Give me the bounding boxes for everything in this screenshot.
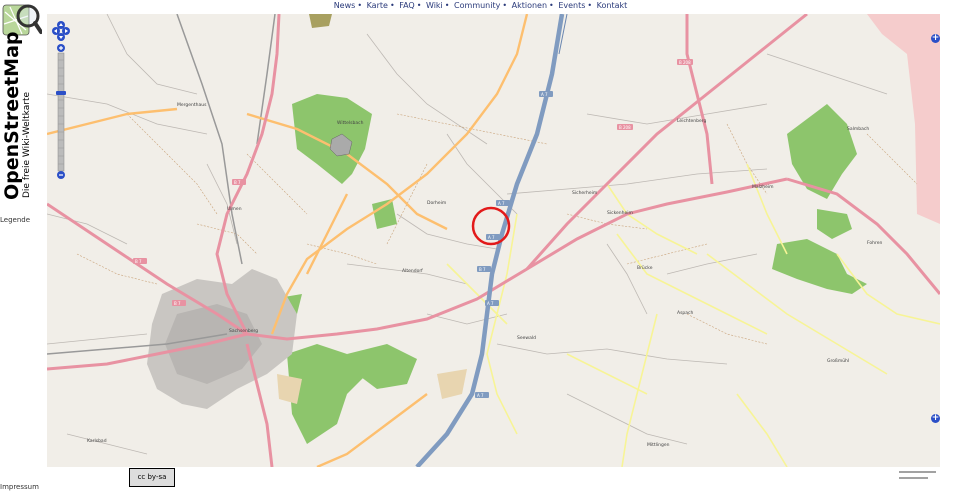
site-subtitle: Die freie Wiki-Weltkarte	[22, 91, 32, 198]
forest-area	[372, 199, 397, 229]
map-footer: cc by-sa	[47, 467, 940, 487]
forest-area	[309, 14, 332, 28]
svg-text:A 7: A 7	[498, 201, 505, 206]
svg-text:Wittelsbach: Wittelsbach	[337, 120, 364, 126]
map-zoom-control	[52, 20, 70, 180]
svg-text:B 7: B 7	[135, 259, 142, 264]
cc-license-badge[interactable]: cc by-sa	[129, 468, 175, 487]
svg-text:B 7: B 7	[174, 301, 181, 306]
nav-aktionen[interactable]: Aktionen	[512, 1, 547, 10]
nav-news[interactable]: News	[334, 1, 356, 10]
impressum-link[interactable]: Impressum	[0, 483, 39, 491]
industrial-area	[867, 14, 940, 224]
nav-events[interactable]: Events	[558, 1, 585, 10]
map-canvas[interactable]: A 7 A 7 A 7 A 7 B 7 B 7 B 7 B 208 B 208 …	[47, 14, 940, 467]
right-panel: + +	[931, 14, 961, 467]
top-navigation: News • Karte • FAQ • Wiki • Community • Aktio…	[333, 1, 628, 10]
svg-text:Karlsbad: Karlsbad	[87, 438, 107, 444]
overview-map-plus-icon[interactable]: +	[931, 414, 940, 423]
nav-community[interactable]: Community	[454, 1, 500, 10]
nav-wiki[interactable]: Wiki	[426, 1, 443, 10]
svg-text:Altendorf: Altendorf	[402, 268, 423, 274]
svg-text:Seewald: Seewald	[517, 335, 536, 341]
forest-area	[787, 104, 857, 199]
svg-text:Dorheim: Dorheim	[427, 200, 446, 206]
svg-text:B 7: B 7	[479, 267, 486, 272]
farmland-area	[437, 369, 467, 399]
zoom-slider-handle[interactable]	[56, 91, 66, 95]
svg-text:A 7: A 7	[477, 393, 484, 398]
nav-karte[interactable]: Karte	[367, 1, 388, 10]
svg-text:Mittlingen: Mittlingen	[647, 442, 670, 448]
pan-arrows-icon[interactable]	[52, 21, 70, 41]
svg-text:Mergenthaus: Mergenthaus	[177, 102, 207, 108]
svg-text:Sickenheim: Sickenheim	[607, 210, 633, 216]
site-title: OpenStreetMap	[1, 31, 23, 201]
motorway	[415, 14, 565, 467]
svg-text:Sicherheim: Sicherheim	[572, 190, 597, 196]
tertiary-roads	[446, 163, 940, 467]
svg-text:Großmühl: Großmühl	[827, 358, 849, 364]
svg-text:Salmbach: Salmbach	[847, 126, 869, 132]
site-branding: OpenStreetMap Die freie Wiki-Weltkarte	[1, 31, 33, 201]
forest-area	[817, 209, 852, 239]
svg-text:B 7: B 7	[234, 180, 241, 185]
svg-text:B 208: B 208	[679, 60, 691, 65]
svg-text:A 7: A 7	[488, 235, 495, 240]
map-svg: A 7 A 7 A 7 A 7 B 7 B 7 B 7 B 208 B 208 …	[47, 14, 940, 467]
nav-faq[interactable]: FAQ	[399, 1, 415, 10]
svg-text:B 208: B 208	[619, 125, 631, 130]
svg-text:Malzheim: Malzheim	[752, 184, 774, 190]
zoom-slider-track[interactable]	[57, 52, 65, 172]
layer-switcher-plus-icon[interactable]: +	[931, 34, 940, 43]
svg-text:A 7: A 7	[487, 301, 494, 306]
nav-kontakt[interactable]: Kontakt	[597, 1, 628, 10]
svg-text:A 7: A 7	[541, 92, 548, 97]
svg-text:Sachsenberg: Sachsenberg	[229, 328, 258, 334]
svg-text:Leichtenberg: Leichtenberg	[677, 118, 707, 124]
svg-text:Brücke: Brücke	[637, 265, 653, 271]
svg-text:Fohren: Fohren	[867, 240, 883, 246]
legend-link[interactable]: Legende	[0, 216, 30, 224]
sidebar: OpenStreetMap Die freie Wiki-Weltkarte L…	[0, 0, 47, 493]
svg-text:Aspach: Aspach	[677, 310, 694, 316]
svg-text:Ulmen: Ulmen	[227, 206, 242, 212]
scale-bar	[898, 468, 938, 484]
forest-area	[772, 239, 867, 294]
